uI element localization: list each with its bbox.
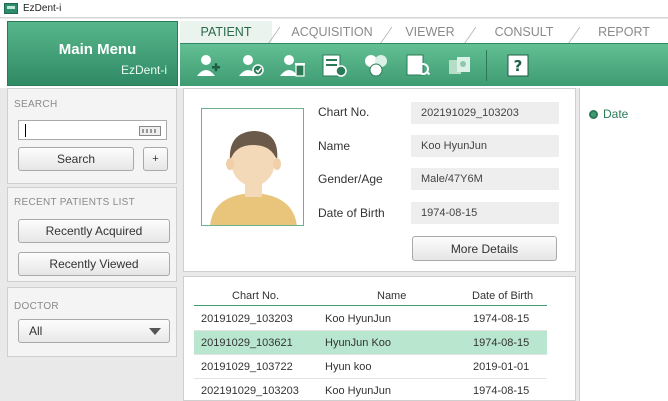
- edit-patient-icon[interactable]: [236, 52, 264, 79]
- search-input[interactable]: [18, 120, 167, 140]
- svg-text:?: ?: [514, 57, 523, 75]
- patient-photo: [201, 108, 304, 226]
- window-title: EzDent-i: [23, 3, 62, 14]
- column-header-name[interactable]: Name: [377, 290, 406, 302]
- chart-no-label: Chart No.: [318, 105, 370, 119]
- row-name: Hyun koo: [325, 361, 372, 373]
- view-images-icon[interactable]: [404, 52, 432, 79]
- gender-age-value: Male/47Y6M: [411, 168, 559, 190]
- row-chart-no: 20191029_103722: [201, 361, 293, 373]
- patient-chart-icon[interactable]: [320, 52, 348, 79]
- add-patient-icon[interactable]: [194, 52, 222, 79]
- recent-patients-title: RECENT PATIENTS LIST: [14, 197, 136, 208]
- chevron-down-icon: [149, 328, 161, 335]
- advanced-search-button[interactable]: +: [143, 147, 168, 171]
- tab-patient[interactable]: PATIENT: [180, 21, 272, 43]
- tab-viewer[interactable]: VIEWER: [392, 21, 468, 43]
- main-menu-title: Main Menu: [58, 41, 137, 58]
- toolbar-divider: [486, 50, 487, 81]
- image-list-panel: Date: [579, 88, 668, 401]
- tab-consult[interactable]: CONSULT: [476, 21, 572, 43]
- patient-list: Chart No. Name Date of Birth 20191029_10…: [183, 276, 576, 401]
- row-chart-no: 20191029_103621: [201, 337, 293, 349]
- help-icon[interactable]: ?: [504, 52, 532, 79]
- transfer-icon[interactable]: [446, 52, 474, 79]
- recently-acquired-button[interactable]: Recently Acquired: [18, 219, 170, 243]
- delete-patient-icon[interactable]: [278, 52, 306, 79]
- doctor-title: DOCTOR: [14, 301, 59, 312]
- main-menu-subtitle: EzDent-i: [120, 63, 167, 77]
- app-header: Main Menu EzDent-i PATIENT ACQUISITION V…: [0, 19, 668, 88]
- dob-value: 1974-08-15: [411, 202, 559, 224]
- row-chart-no: 20191029_103203: [201, 313, 293, 325]
- row-dob: 1974-08-15: [473, 337, 530, 349]
- tab-acquisition[interactable]: ACQUISITION: [280, 21, 384, 43]
- recently-viewed-button[interactable]: Recently Viewed: [18, 252, 170, 276]
- row-dob: 1974-08-15: [473, 313, 530, 325]
- table-row[interactable]: 20191029_103722 Hyun koo 2019-01-01: [194, 355, 547, 379]
- name-label: Name: [318, 139, 351, 153]
- window-titlebar: EzDent-i: [0, 0, 668, 18]
- row-chart-no: 202191029_103203: [201, 385, 299, 397]
- table-row-selected[interactable]: 20191029_103621 HyunJun Koo 1974-08-15: [194, 331, 547, 355]
- tab-report[interactable]: REPORT: [580, 21, 668, 43]
- row-dob: 1974-08-15: [473, 385, 530, 397]
- search-panel: SEARCH Search +: [7, 88, 177, 184]
- column-header-chart-no[interactable]: Chart No.: [232, 290, 279, 302]
- row-name: Koo HyunJun: [325, 313, 392, 325]
- patient-list-header: Chart No. Name Date of Birth: [194, 288, 547, 306]
- doctor-select[interactable]: All: [18, 319, 170, 343]
- recent-patients-panel: RECENT PATIENTS LIST Recently Acquired R…: [7, 187, 177, 282]
- row-name: Koo HyunJun: [325, 385, 392, 397]
- date-radio[interactable]: [589, 110, 598, 119]
- app-logo-icon: [4, 3, 18, 14]
- module-tabs: PATIENT ACQUISITION VIEWER CONSULT REPOR…: [180, 21, 668, 43]
- row-dob: 2019-01-01: [473, 361, 530, 373]
- doctor-panel: DOCTOR All: [7, 287, 177, 357]
- doctor-select-value: All: [29, 324, 43, 338]
- patient-info-card: Chart No. 202191029_103203 Name Koo Hyun…: [183, 88, 576, 272]
- name-value: Koo HyunJun: [411, 135, 559, 157]
- sidebar: SEARCH Search + RECENT PATIENTS LIST Rec…: [7, 88, 177, 401]
- chart-no-value: 202191029_103203: [411, 102, 559, 124]
- table-row[interactable]: 202191029_103203 Koo HyunJun 1974-08-15: [194, 379, 547, 401]
- column-header-dob[interactable]: Date of Birth: [472, 290, 533, 302]
- merge-patients-icon[interactable]: [362, 52, 390, 79]
- row-name: HyunJun Koo: [325, 337, 392, 349]
- search-title: SEARCH: [14, 99, 58, 110]
- main-menu-button[interactable]: Main Menu EzDent-i: [7, 21, 178, 86]
- table-row[interactable]: 20191029_103203 Koo HyunJun 1974-08-15: [194, 307, 547, 331]
- search-button[interactable]: Search: [18, 147, 134, 171]
- more-details-button[interactable]: More Details: [412, 236, 557, 261]
- dob-label: Date of Birth: [318, 206, 385, 220]
- gender-age-label: Gender/Age: [318, 172, 383, 186]
- keyboard-icon[interactable]: [139, 126, 161, 136]
- date-radio-label[interactable]: Date: [603, 107, 628, 121]
- patient-toolbar: ?: [180, 43, 668, 86]
- text-cursor: [25, 124, 26, 137]
